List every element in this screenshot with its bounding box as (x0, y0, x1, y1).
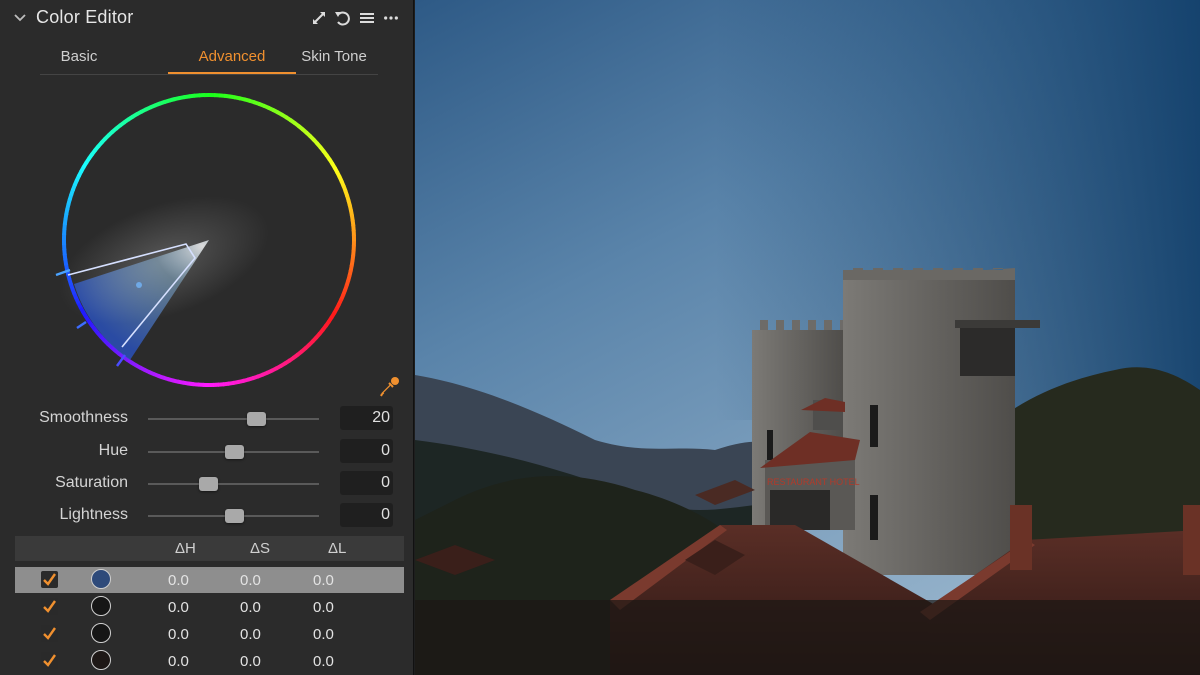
active-tab-indicator (168, 72, 296, 74)
checkmark-icon (43, 573, 56, 586)
corrections-table-header: ΔH ΔS ΔL (15, 536, 404, 561)
reset-undo-icon[interactable] (334, 10, 350, 26)
correction-row[interactable]: 0.0 0.0 0.0 (15, 567, 404, 593)
color-swatch[interactable] (91, 569, 111, 589)
delta-hue-value: 0.0 (168, 572, 189, 589)
hue-slider-thumb[interactable] (224, 445, 244, 459)
chevron-down-icon[interactable] (13, 11, 27, 25)
delta-lightness-value: 0.0 (313, 626, 334, 643)
correction-row[interactable]: 0.0 0.0 0.0 (15, 648, 404, 674)
tab-basic[interactable]: Basic (40, 48, 118, 65)
hue-value-field[interactable]: 0 (340, 439, 393, 463)
saturation-slider-row: Saturation 0 (0, 470, 414, 496)
delta-lightness-value: 0.0 (313, 572, 334, 589)
hue-label: Hue (98, 442, 128, 459)
correction-row[interactable]: 0.0 0.0 0.0 (15, 594, 404, 620)
delta-saturation-value: 0.0 (240, 626, 261, 643)
color-swatch[interactable] (91, 650, 111, 670)
selection-center-point[interactable] (136, 282, 142, 288)
color-range-selection[interactable] (54, 171, 286, 367)
delta-saturation-header: ΔS (250, 540, 271, 557)
smoothness-label: Smoothness (39, 409, 128, 426)
lightness-slider-row: Lightness 0 (0, 502, 414, 528)
color-swatch[interactable] (91, 596, 111, 616)
delta-hue-header: ΔH (175, 540, 196, 557)
enable-checkbox[interactable] (41, 652, 58, 669)
correction-row[interactable]: 0.0 0.0 0.0 (15, 621, 404, 647)
photo-viewer[interactable]: RESTAURANT HOTEL (415, 0, 1200, 675)
editor-tabs: Basic Advanced Skin Tone (40, 42, 378, 75)
checkmark-icon (43, 627, 56, 640)
saturation-value: 0 (381, 474, 390, 491)
smoothness-value-field[interactable]: 20 (340, 406, 393, 430)
checkmark-icon (43, 600, 56, 613)
delta-lightness-value: 0.0 (313, 653, 334, 670)
smoothness-slider-thumb[interactable] (246, 412, 266, 426)
checkmark-icon (43, 654, 56, 667)
color-editor-panel: Color Editor Basic Advanced Skin Tone Sm… (0, 0, 414, 675)
delta-saturation-value: 0.0 (240, 599, 261, 616)
saturation-slider-track[interactable] (148, 483, 319, 485)
delta-hue-value: 0.0 (168, 653, 189, 670)
delta-saturation-value: 0.0 (240, 653, 261, 670)
enable-checkbox[interactable] (41, 571, 58, 588)
color-picker-eyedropper-icon[interactable] (378, 374, 402, 398)
color-swatch[interactable] (91, 623, 111, 643)
smoothness-value: 20 (372, 409, 390, 426)
expand-arrows-icon[interactable] (311, 10, 327, 26)
panel-title: Color Editor (36, 7, 134, 27)
enable-checkbox[interactable] (41, 625, 58, 642)
delta-hue-value: 0.0 (168, 599, 189, 616)
hue-value: 0 (381, 442, 390, 459)
lightness-slider-thumb[interactable] (224, 509, 244, 523)
smoothness-slider-track[interactable] (148, 418, 319, 420)
saturation-label: Saturation (55, 474, 128, 491)
tab-skin-tone[interactable]: Skin Tone (288, 48, 380, 65)
delta-saturation-value: 0.0 (240, 572, 261, 589)
lightness-value: 0 (381, 506, 390, 523)
saturation-value-field[interactable]: 0 (340, 471, 393, 495)
lightness-label: Lightness (59, 506, 129, 523)
panel-header: Color Editor (0, 0, 414, 36)
color-wheel[interactable] (54, 85, 364, 395)
lightness-value-field[interactable]: 0 (340, 503, 393, 527)
delta-lightness-header: ΔL (328, 540, 347, 557)
delta-lightness-value: 0.0 (313, 599, 334, 616)
hue-slider-row: Hue 0 (0, 438, 414, 464)
saturation-slider-thumb[interactable] (198, 477, 218, 491)
more-options-icon[interactable] (383, 10, 399, 26)
tab-advanced[interactable]: Advanced (168, 48, 296, 65)
smoothness-slider-row: Smoothness 20 (0, 405, 414, 431)
hotel-sign: RESTAURANT HOTEL (767, 477, 860, 487)
enable-checkbox[interactable] (41, 598, 58, 615)
capture-one-window: Color Editor Basic Advanced Skin Tone Sm… (0, 0, 1200, 675)
delta-hue-value: 0.0 (168, 626, 189, 643)
list-menu-icon[interactable] (359, 10, 375, 26)
